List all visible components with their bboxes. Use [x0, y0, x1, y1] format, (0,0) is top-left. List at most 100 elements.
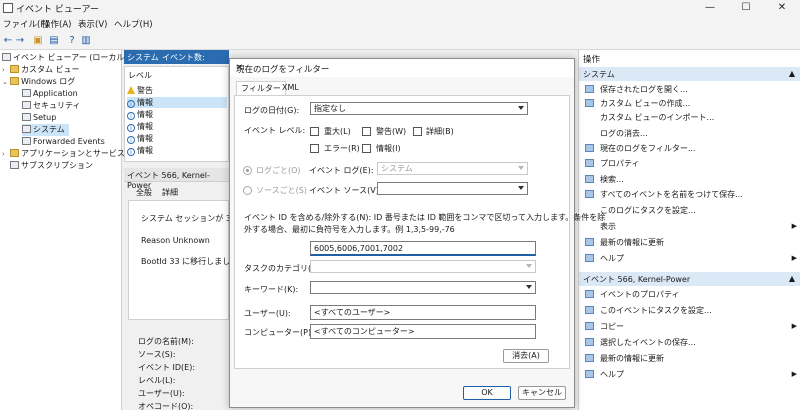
- event-level-label: イベント レベル:: [244, 126, 306, 135]
- event-detail-header: イベント 566, Kernel-Power: [124, 168, 229, 190]
- chevron-down-icon[interactable]: ⌄: [2, 76, 10, 88]
- action-event-properties[interactable]: イベントのプロパティ: [585, 288, 799, 301]
- tab-general[interactable]: 全般: [136, 187, 152, 198]
- ok-button[interactable]: OK: [463, 386, 511, 400]
- event-description: システム セッションが 363 から Reason Unknown BootId…: [128, 200, 260, 320]
- console-tree-icon[interactable]: ▤: [48, 35, 60, 47]
- maximize-button[interactable]: ☐: [728, 0, 764, 16]
- action-properties[interactable]: プロパティ: [585, 157, 799, 170]
- action-open-saved-log[interactable]: 保存されたログを開く...: [585, 83, 799, 96]
- action-find[interactable]: 検索...: [585, 173, 799, 186]
- tree-log-security[interactable]: セキュリティ: [22, 100, 81, 112]
- info-icon: i: [127, 124, 135, 132]
- folder-icon: [10, 77, 19, 85]
- level-info-checkbox[interactable]: [362, 144, 371, 153]
- filter-icon: [585, 144, 594, 152]
- computer-input[interactable]: <すべてのコンピューター>: [310, 324, 536, 339]
- action-view[interactable]: 表示 ▶: [585, 220, 799, 233]
- action-save-all-events[interactable]: すべてのイベントを名前をつけて保存...: [585, 188, 799, 201]
- menu-view[interactable]: 表示(V): [78, 18, 107, 30]
- level-warning-checkbox[interactable]: [362, 127, 371, 136]
- info-icon: i: [127, 136, 135, 144]
- tree-log-application[interactable]: Application: [22, 88, 78, 100]
- log-icon: [22, 137, 31, 145]
- cancel-button[interactable]: キャンセル: [518, 386, 566, 400]
- find-icon: [585, 175, 594, 183]
- event-logs-dropdown[interactable]: システム: [377, 162, 528, 175]
- toolbar: ← → ▣ ▤ ? ▥: [0, 32, 800, 50]
- event-row[interactable]: i 情報: [127, 133, 227, 144]
- tab-xml[interactable]: XML: [278, 81, 303, 95]
- subscription-icon: [10, 161, 19, 169]
- log-name: システム: [127, 53, 159, 62]
- action-refresh[interactable]: 最新の情報に更新: [585, 236, 799, 249]
- properties-icon: [585, 159, 594, 167]
- folder-up-icon[interactable]: ▣: [32, 35, 44, 47]
- action-copy[interactable]: コピー ▶: [585, 320, 799, 333]
- tab-details[interactable]: 詳細: [162, 187, 178, 198]
- level-critical-checkbox[interactable]: [310, 127, 319, 136]
- tree-root[interactable]: イベント ビューアー (ローカル): [2, 52, 128, 64]
- forward-arrow-icon[interactable]: →: [14, 35, 26, 47]
- action-create-custom-view[interactable]: カスタム ビューの作成...: [585, 97, 799, 110]
- user-label: ユーザー(U):: [244, 309, 291, 318]
- user-input[interactable]: <すべてのユーザー>: [310, 305, 536, 320]
- help-icon[interactable]: ?: [66, 35, 78, 47]
- prop-event-id: イベント ID(E):: [138, 363, 196, 372]
- action-refresh-event[interactable]: 最新の情報に更新: [585, 352, 799, 365]
- back-arrow-icon[interactable]: ←: [2, 35, 14, 47]
- close-window-button[interactable]: ✕: [764, 0, 800, 16]
- column-level[interactable]: レベル: [128, 70, 152, 81]
- keywords-dropdown[interactable]: [310, 281, 536, 294]
- info-icon: i: [127, 100, 135, 108]
- level-verbose-checkbox[interactable]: [413, 127, 422, 136]
- action-pane-icon[interactable]: ▥: [80, 35, 92, 47]
- actions-section-system[interactable]: システム ▲: [579, 67, 800, 81]
- task-category-dropdown[interactable]: [310, 260, 536, 273]
- action-import-custom-view[interactable]: カスタム ビューのインポート...: [585, 111, 799, 124]
- actions-section-event[interactable]: イベント 566, Kernel-Power ▲: [579, 272, 800, 286]
- event-row[interactable]: i 情報: [127, 97, 227, 108]
- tree-log-forwarded[interactable]: Forwarded Events: [22, 136, 105, 148]
- prop-source: ソース(S):: [138, 350, 176, 359]
- tree-log-setup[interactable]: Setup: [22, 112, 56, 124]
- minimize-button[interactable]: —: [692, 0, 728, 16]
- collapse-arrow-icon[interactable]: ▲: [789, 69, 795, 78]
- action-attach-task-to-log[interactable]: このログにタスクを設定...: [585, 204, 799, 217]
- tree-apps-services[interactable]: › アプリケーションとサービス ログ: [2, 148, 143, 160]
- clear-button[interactable]: 消去(A): [503, 349, 549, 363]
- action-clear-log[interactable]: ログの消去...: [585, 127, 799, 140]
- tree-subscriptions[interactable]: サブスクリプション: [10, 160, 93, 172]
- event-row[interactable]: i 情報: [127, 109, 227, 120]
- dialog-close-button[interactable]: ✕: [236, 63, 568, 73]
- collapse-arrow-icon[interactable]: ▲: [789, 274, 795, 283]
- event-viewer-app-icon: [3, 3, 13, 13]
- chevron-right-icon[interactable]: ›: [2, 64, 10, 76]
- by-log-label: ログごと(O): [256, 166, 301, 175]
- by-source-radio[interactable]: [243, 186, 252, 195]
- tree-windows-logs[interactable]: ⌄ Windows ログ: [2, 76, 75, 88]
- by-log-radio[interactable]: [243, 166, 252, 175]
- event-row[interactable]: 警告: [127, 85, 227, 96]
- event-row[interactable]: i 情報: [127, 145, 227, 156]
- menu-help[interactable]: ヘルプ(H): [114, 18, 153, 30]
- event-ids-input[interactable]: 6005,6006,7001,7002: [310, 241, 536, 256]
- level-error-checkbox[interactable]: [310, 144, 319, 153]
- logged-dropdown[interactable]: 指定なし: [310, 102, 528, 115]
- tree-custom-views[interactable]: › カスタム ビュー: [2, 64, 80, 76]
- action-attach-task-to-event[interactable]: このイベントにタスクを設定...: [585, 304, 799, 317]
- event-sources-dropdown[interactable]: [377, 182, 528, 195]
- refresh-icon: [585, 354, 594, 362]
- action-help[interactable]: ヘルプ ▶: [585, 252, 799, 265]
- submenu-arrow-icon: ▶: [791, 370, 797, 378]
- help-icon: [585, 254, 594, 262]
- action-help-event[interactable]: ヘルプ ▶: [585, 368, 799, 381]
- chevron-right-icon[interactable]: ›: [2, 148, 10, 160]
- tree-log-system[interactable]: システム: [22, 124, 69, 136]
- dropdown-arrow-icon: [518, 106, 524, 110]
- action-save-selected-events[interactable]: 選択したイベントの保存...: [585, 336, 799, 349]
- action-filter-current-log[interactable]: 現在のログをフィルター...: [585, 142, 799, 155]
- event-row[interactable]: i 情報: [127, 121, 227, 132]
- menu-action[interactable]: 操作(A): [42, 18, 71, 30]
- level-warning-label: 警告(W): [376, 127, 407, 136]
